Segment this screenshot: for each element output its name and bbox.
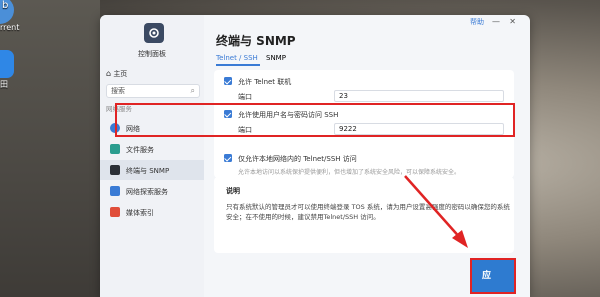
apply-button[interactable]: 应	[470, 258, 516, 294]
annotation-arrow-icon	[404, 175, 468, 248]
apply-button-label: 应	[482, 271, 492, 281]
